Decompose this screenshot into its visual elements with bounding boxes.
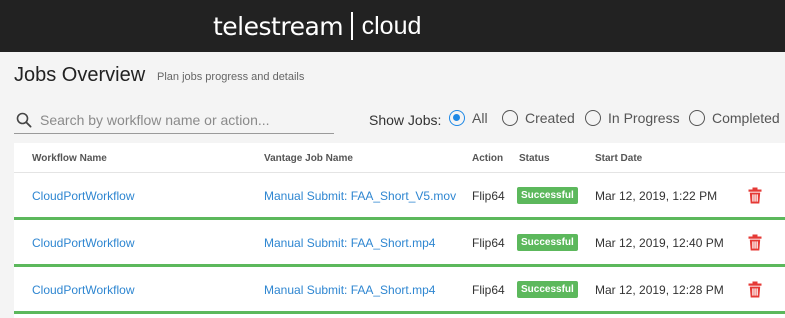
- radio-indicator: [502, 110, 518, 126]
- column-header-workflow-name[interactable]: Workflow Name: [32, 153, 107, 164]
- workflow-name-link[interactable]: CloudPortWorkflow: [32, 236, 134, 250]
- start-date-text: Mar 12, 2019, 12:40 PM: [595, 236, 724, 250]
- workflow-name-link[interactable]: CloudPortWorkflow: [32, 189, 134, 203]
- workflow-name-link[interactable]: CloudPortWorkflow: [32, 283, 134, 297]
- action-text: Flip64: [472, 236, 505, 250]
- radio-all[interactable]: All: [449, 110, 488, 126]
- trash-icon[interactable]: [748, 187, 762, 204]
- table-row[interactable]: CloudPortWorkflow Manual Submit: FAA_Sho…: [14, 173, 785, 220]
- table-row[interactable]: CloudPortWorkflow Manual Submit: FAA_Sho…: [14, 267, 785, 314]
- column-header-status[interactable]: Status: [519, 153, 550, 164]
- search-box: [14, 108, 334, 134]
- table-row[interactable]: CloudPortWorkflow Manual Submit: FAA_Sho…: [14, 220, 785, 267]
- radio-completed[interactable]: Completed: [689, 110, 780, 126]
- trash-icon[interactable]: [748, 234, 762, 251]
- page-title: Jobs Overview: [14, 64, 146, 86]
- telestream-cloud-logo[interactable]: telestream cloud: [213, 10, 421, 42]
- logo-cloud-text: cloud: [361, 11, 422, 40]
- job-name-link[interactable]: Manual Submit: FAA_Short.mp4: [264, 236, 435, 250]
- start-date-text: Mar 12, 2019, 1:22 PM: [595, 189, 718, 203]
- status-badge: Successful: [517, 281, 578, 298]
- status-badge: Successful: [517, 234, 578, 251]
- show-jobs-label: Show Jobs:: [369, 112, 442, 128]
- radio-indicator: [585, 110, 601, 126]
- action-text: Flip64: [472, 283, 505, 297]
- radio-indicator: [449, 110, 465, 126]
- logo-wordmark: telestream: [213, 11, 344, 41]
- action-text: Flip64: [472, 189, 505, 203]
- page-subtitle: Plan jobs progress and details: [157, 71, 305, 83]
- radio-label: In Progress: [608, 110, 680, 126]
- jobs-table: Workflow Name Vantage Job Name Action St…: [14, 143, 785, 318]
- radio-label: All: [472, 110, 488, 126]
- status-badge: Successful: [517, 187, 578, 204]
- column-header-action[interactable]: Action: [472, 153, 503, 164]
- row-separator: [14, 311, 785, 314]
- logo-divider: [351, 12, 353, 40]
- radio-indicator: [689, 110, 705, 126]
- top-bar: telestream cloud: [0, 0, 785, 52]
- radio-label: Completed: [712, 110, 780, 126]
- job-name-link[interactable]: Manual Submit: FAA_Short_V5.mov: [264, 189, 456, 203]
- job-name-link[interactable]: Manual Submit: FAA_Short.mp4: [264, 283, 435, 297]
- trash-icon[interactable]: [748, 281, 762, 298]
- column-header-start-date[interactable]: Start Date: [595, 153, 642, 164]
- search-icon: [16, 112, 32, 128]
- radio-label: Created: [525, 110, 575, 126]
- search-input[interactable]: [40, 110, 330, 130]
- column-header-vantage-job-name[interactable]: Vantage Job Name: [264, 153, 353, 164]
- start-date-text: Mar 12, 2019, 12:28 PM: [595, 283, 724, 297]
- radio-created[interactable]: Created: [502, 110, 575, 126]
- radio-in-progress[interactable]: In Progress: [585, 110, 680, 126]
